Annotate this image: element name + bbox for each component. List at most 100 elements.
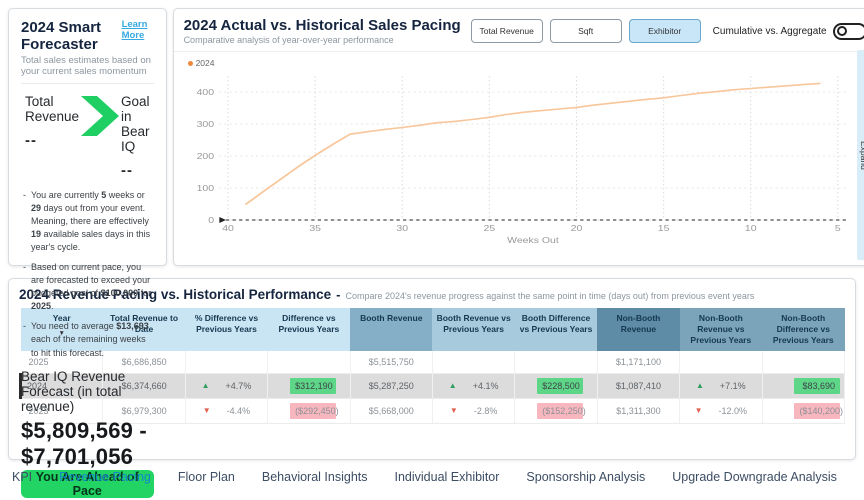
tab-sponsorship-analysis[interactable]: Sponsorship Analysis [526,470,645,484]
positive-diff-bar: $228,500 [537,378,583,394]
svg-text:0: 0 [208,216,214,225]
svg-text:40: 40 [222,224,234,233]
value-cell [515,351,597,373]
column-header-booth-revenue: Booth Revenue [350,308,432,351]
chart-body: 2024 40 35 30 25 20 15 10 5 0 100 200 300 400 Weeks O… [174,52,864,265]
difference-bar-cell: ($292,450) [268,398,350,423]
value-cell: $5,287,250 [350,373,432,398]
positive-diff-bar: $312,190 [290,378,336,394]
trend-cell: ▲+4.7% [185,373,267,398]
cumulative-aggregate-toggle[interactable] [833,23,864,40]
trend-down-icon: ▼ [450,406,458,415]
table-title-separator: - [336,287,340,302]
difference-bar-cell: ($152,250) [515,398,597,423]
svg-text:5: 5 [834,224,840,233]
negative-diff-bar: ($292,450) [290,403,336,419]
trend-down-icon: ▼ [203,406,211,415]
pacing-line-chart: 40 35 30 25 20 15 10 5 0 100 200 300 400 Weeks Out [180,68,857,246]
chart-legend: 2024 [180,56,857,68]
trend-up-icon: ▲ [202,381,210,390]
difference-bar-cell: $312,190 [268,373,350,398]
column-header-booth-revenue-vs-previous-years: Booth Revenue vs Previous Years [432,308,514,351]
smart-forecaster-panel: 2024 Smart Forecaster Learn More Total s… [8,8,167,266]
svg-text:400: 400 [196,88,214,97]
toggle-knob [837,26,847,36]
value-cell [432,351,514,373]
legend-2024-dot [188,61,193,66]
expand-label: Expand [859,141,864,170]
svg-text:300: 300 [196,120,214,129]
trend-up-icon: ▲ [449,381,457,390]
chart-mode-button-exhibitor[interactable]: Exhibitor [629,19,701,43]
trend-cell: ▼-12.0% [680,398,762,423]
top-row: 2024 Smart Forecaster Learn More Total s… [8,8,856,266]
goal-label: Goal in Bear IQ [121,94,150,154]
negative-diff-bar: ($152,250) [537,403,583,419]
tab-revenue-pacing[interactable]: Revenue Pacing [59,470,151,484]
column-header-non-booth-revenue-vs-previous-years: Non-Booth Revenue vs Previous Years [680,308,762,351]
svg-text:20: 20 [570,224,582,233]
legend-2024-label: 2024 [196,58,215,68]
svg-text:200: 200 [196,152,214,161]
trend-down-icon: ▼ [695,406,703,415]
trend-cell: ▼-2.8% [432,398,514,423]
tab-kpi[interactable]: KPI [12,470,32,484]
forecaster-subtitle: Total sales estimates based on your curr… [21,55,154,84]
trend-cell: ▼-4.4% [185,398,267,423]
total-revenue-value: -- [25,132,79,149]
value-cell: $5,515,750 [350,351,432,373]
value-cell: $1,311,300 [597,398,679,423]
column-header-booth-difference-vs-previous-years: Booth Difference vs Previous Years [515,308,597,351]
forecast-bullets: You are currently 5 weeks or 29 days out… [21,189,154,367]
value-cell: $5,668,000 [350,398,432,423]
difference-bar-cell: $83,690 [762,373,844,398]
column-header-difference-vs-previous-years: Difference vs Previous Years [268,308,350,351]
difference-bar-cell: $228,500 [515,373,597,398]
chart-mode-button-sqft[interactable]: Sqft [550,19,622,43]
report-tab-bar: KPI Revenue Pacing Floor Plan Behavioral In… [8,470,856,484]
tab-individual-exhibitor[interactable]: Individual Exhibitor [395,470,500,484]
total-revenue-label: Total Revenue [25,94,79,124]
negative-diff-bar: ($140,200) [794,403,840,419]
positive-diff-bar: $83,690 [794,378,840,394]
svg-text:Weeks Out: Weeks Out [507,236,559,245]
value-cell [185,351,267,373]
cumulative-toggle-label: Cumulative vs. Aggregate [713,26,827,37]
forecast-bullet: You are currently 5 weeks or 29 days out… [21,189,154,254]
value-cell [268,351,350,373]
value-cell [762,351,844,373]
column-header-difference-vs-previous-years: % Difference vs Previous Years [185,308,267,351]
svg-text:10: 10 [744,224,756,233]
forecast-bullet: Based on current pace, you are forecaste… [21,261,154,313]
svg-text:100: 100 [196,184,214,193]
tab-floor-plan[interactable]: Floor Plan [178,470,235,484]
svg-text:15: 15 [657,224,669,233]
trend-cell: ▲+7.1% [680,373,762,398]
chart-mode-button-total-revenue[interactable]: Total Revenue [471,19,543,43]
value-cell [680,351,762,373]
chevron-right-icon [79,96,121,141]
trend-up-icon: ▲ [696,381,704,390]
goal-comparison: Total Revenue -- Goal in Bear IQ -- [21,84,154,183]
expand-panel-button[interactable]: Expand [857,50,864,260]
goal-value: -- [121,162,150,179]
forecaster-title: 2024 Smart Forecaster [21,19,122,53]
difference-bar-cell: ($140,200) [762,398,844,423]
forecast-bullet: You need to average $13,693 each of the … [21,320,154,359]
learn-more-link[interactable]: Learn More [122,19,154,41]
chart-mode-buttons: Total Revenue Sqft Exhibitor [471,19,701,43]
sales-pacing-panel: 2024 Actual vs. Historical Sales Pacing … [173,8,864,266]
forecast-range-value: $5,809,569 - $7,701,056 [21,418,154,470]
table-subtitle: Compare 2024's revenue progress against … [346,291,755,301]
svg-text:30: 30 [396,224,408,233]
chart-header: 2024 Actual vs. Historical Sales Pacing … [174,9,864,52]
value-cell: $1,171,100 [597,351,679,373]
tab-behavioral-insights[interactable]: Behavioral Insights [262,470,368,484]
value-cell: $1,087,410 [597,373,679,398]
svg-text:25: 25 [483,224,495,233]
tab-upgrade-downgrade-analysis[interactable]: Upgrade Downgrade Analysis [672,470,837,484]
svg-text:35: 35 [309,224,321,233]
chart-subtitle: Comparative analysis of year-over-year p… [184,35,461,45]
chart-title: 2024 Actual vs. Historical Sales Pacing [184,17,461,34]
dashboard: 2024 Smart Forecaster Learn More Total s… [0,0,864,492]
